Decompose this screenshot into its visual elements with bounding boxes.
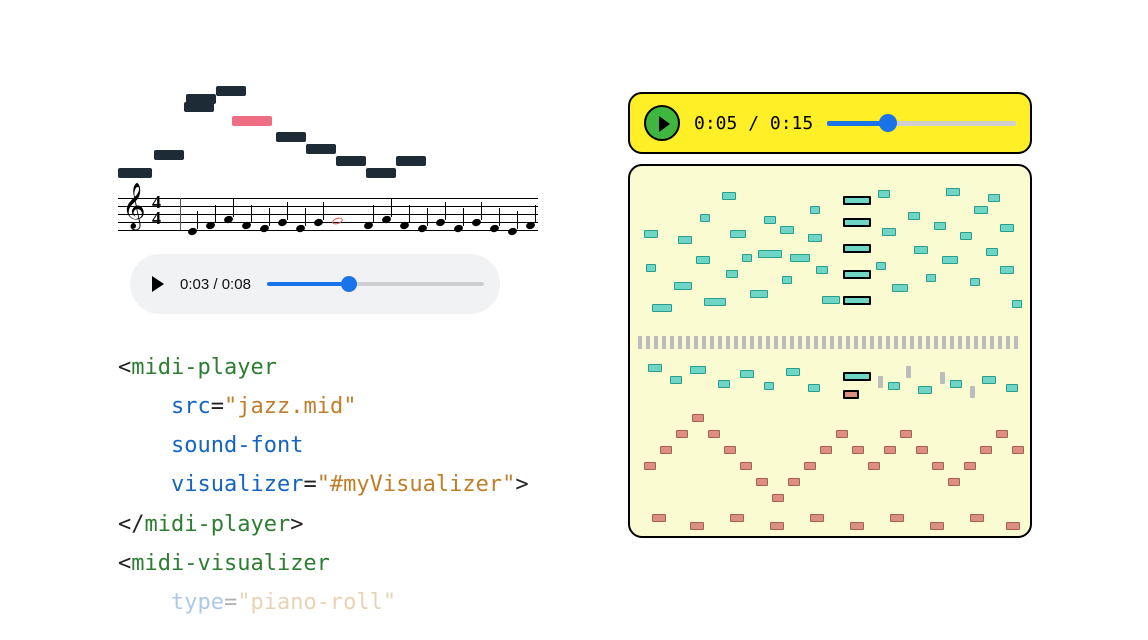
time-signature: 4 4: [152, 194, 161, 226]
seek-fill: [267, 282, 349, 286]
audio-player-left: 0:03 / 0:08: [130, 254, 500, 314]
piano-roll-visualizer: [628, 164, 1032, 538]
note-strip: [118, 86, 538, 194]
code-snippet: <midi-player src="jazz.mid" sound-font v…: [118, 348, 568, 622]
left-column: 𝄞 4 4 0:03 / 0:08: [118, 86, 568, 622]
audio-player-right: 0:05 / 0:15: [628, 92, 1032, 154]
seek-knob[interactable]: [341, 276, 357, 292]
right-column: 0:05 / 0:15: [628, 92, 1032, 538]
music-staff: 𝄞 4 4: [118, 192, 538, 242]
seek-slider[interactable]: [827, 121, 1016, 126]
play-button[interactable]: [644, 105, 680, 141]
time-display: 0:05 / 0:15: [694, 113, 813, 134]
seek-knob[interactable]: [879, 114, 897, 132]
treble-clef-icon: 𝄞: [122, 186, 146, 226]
play-button[interactable]: [152, 276, 164, 292]
seek-slider[interactable]: [267, 282, 484, 286]
time-display: 0:03 / 0:08: [180, 276, 251, 293]
tick-row: [638, 336, 1022, 350]
